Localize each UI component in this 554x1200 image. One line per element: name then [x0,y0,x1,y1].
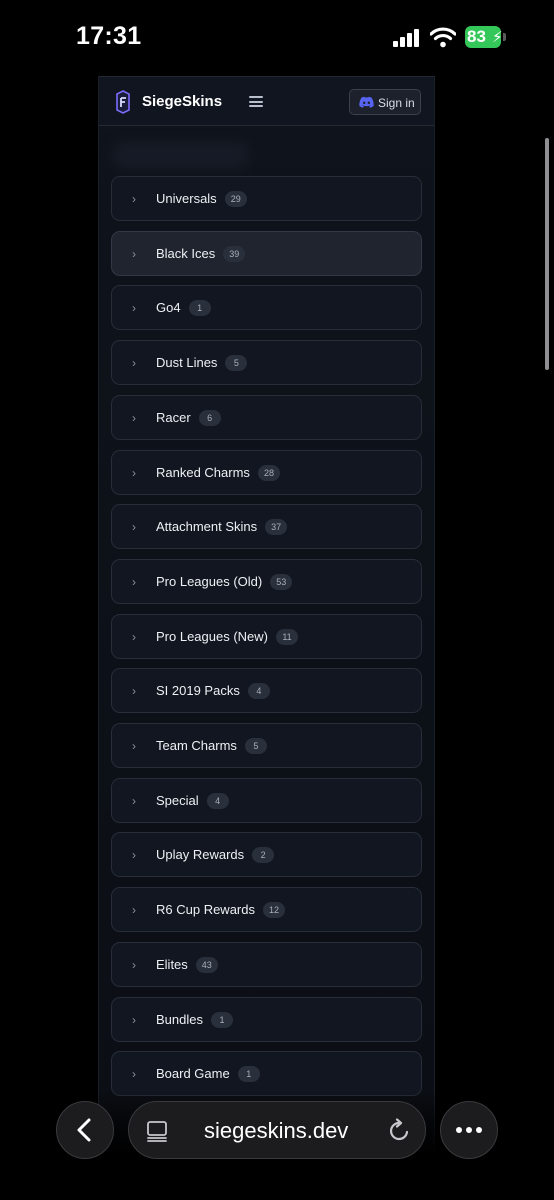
status-bar: 17:31 83 ⚡ [0,0,554,72]
chevron-right-icon: › [132,739,136,753]
category-label: Team Charms [156,738,237,753]
category-item[interactable]: › Dust Lines 5 [111,340,422,386]
chevron-right-icon: › [132,465,136,480]
category-count-badge: 6 [198,409,221,426]
category-item[interactable]: › Black Ices 39 [111,230,422,276]
category-item[interactable]: › Pro Leagues (New) 11 [111,613,422,659]
chevron-right-icon: › [132,957,136,972]
category-count-badge: 2 [252,847,275,864]
category-item[interactable]: › SI 2019 Packs 4 [111,668,422,714]
cellular-signal-icon [393,29,421,47]
chevron-right-icon: › [132,301,136,316]
chevron-right-icon: › [132,848,136,863]
more-options-button[interactable] [440,1101,498,1159]
chevron-right-icon: › [132,410,136,425]
category-item[interactable]: › Uplay Rewards 2 [111,832,422,878]
chevron-right-icon: › [132,629,136,644]
chevron-right-icon: › [132,1012,136,1027]
category-count-badge: 5 [225,355,248,372]
category-count-badge: 28 [257,464,280,481]
category-item[interactable]: › Attachment Skins 37 [111,504,422,550]
category-item[interactable]: › Go4 1 [111,285,422,331]
category-count-badge: 1 [188,300,211,317]
category-label: Pro Leagues (Old) [156,573,263,589]
category-label: Dust Lines [156,355,218,371]
ellipsis-icon [456,1127,482,1133]
battery-level: 83 [467,27,486,46]
chevron-right-icon: › [132,684,136,699]
status-time: 17:31 [76,22,142,50]
reader-mode-icon[interactable] [146,1120,168,1142]
discord-icon [359,96,374,108]
category-label: Uplay Rewards [156,847,245,863]
category-label: Universals [156,191,217,206]
reload-icon[interactable] [386,1118,412,1144]
category-label: Special [156,792,199,808]
category-label: Board Game [156,1066,230,1082]
category-count-badge: 4 [206,792,229,809]
category-label: Racer [156,409,191,425]
search-placeholder-blur [113,142,249,168]
back-button[interactable] [56,1101,114,1159]
category-count-badge: 43 [195,956,218,973]
category-count-badge: 39 [223,245,246,262]
category-label: Go4 [156,300,181,316]
chevron-right-icon: › [132,903,136,918]
category-count-badge: 11 [276,628,298,645]
category-item[interactable]: › Bundles 1 [111,996,422,1042]
page: SiegeSkins Sign in › Universals 29 › Blac… [98,76,435,1200]
category-item[interactable]: › R6 Cup Rewards 12 [111,887,422,933]
category-count-badge: 4 [247,683,270,700]
category-count-badge: 53 [270,573,293,590]
category-item[interactable]: › Racer 6 [111,394,422,440]
category-label: Pro Leagues (New) [156,628,268,644]
category-label: Bundles [156,1011,203,1027]
battery-icon: 83 ⚡ [465,26,507,48]
chevron-right-icon: › [132,793,136,808]
category-label: Black Ices [156,245,216,261]
chevron-right-icon: › [132,520,136,535]
category-label: SI 2019 Packs [156,683,240,699]
category-count-badge: 1 [237,1066,260,1083]
category-count-badge: 37 [265,519,288,536]
category-label: Attachment Skins [156,519,258,535]
url-text[interactable]: siegeskins.dev [204,1118,348,1144]
category-item[interactable]: › Ranked Charms 28 [111,449,422,495]
hamburger-menu-icon[interactable] [249,96,263,107]
category-count-badge: 12 [263,902,286,919]
page-scrollbar[interactable] [545,138,549,370]
chevron-right-icon: › [132,246,136,261]
chevron-right-icon: › [132,192,136,206]
chevron-left-icon [77,1118,91,1142]
chevron-right-icon: › [132,574,136,589]
sign-in-label: Sign in [378,96,415,110]
category-count-badge: 5 [244,738,267,754]
category-item[interactable]: › Pro Leagues (Old) 53 [111,558,422,604]
category-count-badge: 1 [210,1011,233,1028]
wifi-icon [430,27,456,48]
address-bar[interactable]: siegeskins.dev [128,1101,426,1159]
chevron-right-icon: › [132,1067,136,1082]
category-count-badge: 29 [224,191,247,207]
category-item[interactable]: › Team Charms 5 [111,723,422,768]
site-brand[interactable]: SiegeSkins [142,93,222,110]
siegeskins-logo-icon[interactable] [115,90,131,114]
category-label: Elites [156,956,188,972]
category-item[interactable]: › Universals 29 [111,176,422,221]
site-header: SiegeSkins Sign in [99,76,434,126]
chevron-right-icon: › [132,356,136,371]
category-label: R6 Cup Rewards [156,902,255,918]
category-item[interactable]: › Elites 43 [111,941,422,987]
sign-in-button[interactable]: Sign in [349,89,421,115]
category-label: Ranked Charms [156,464,250,480]
category-item[interactable]: › Special 4 [111,777,422,823]
